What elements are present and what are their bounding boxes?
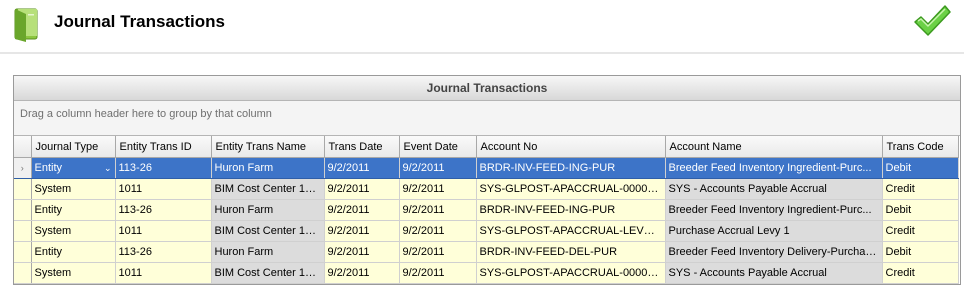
page-header: Journal Transactions: [0, 0, 964, 52]
page-title: Journal Transactions: [54, 12, 225, 31]
row-indicator-header: [14, 136, 32, 158]
cell-event-date[interactable]: 9/2/2011: [399, 199, 477, 221]
column-header-account-name[interactable]: Account Name: [665, 136, 883, 158]
chevron-down-icon[interactable]: ⌄: [104, 163, 112, 174]
column-header-trans-code[interactable]: Trans Code: [882, 136, 959, 158]
cell-account-name[interactable]: Breeder Feed Inventory Delivery-Purchase…: [665, 241, 883, 263]
cell-trans-code[interactable]: Debit: [882, 241, 959, 263]
journal-transactions-grid[interactable]: Journal Transactions Drag a column heade…: [13, 75, 961, 285]
cell-trans-code[interactable]: Credit: [882, 220, 959, 242]
cell-journal-type-dropdown[interactable]: Entity ⌄: [31, 157, 116, 179]
cell-event-date[interactable]: 9/2/2011: [399, 220, 477, 242]
header-divider: [0, 52, 964, 54]
column-header-entity-trans-id[interactable]: Entity Trans ID: [115, 136, 212, 158]
cell-account-name[interactable]: SYS - Accounts Payable Accrual: [665, 262, 883, 284]
table-row[interactable]: System 1011 BIM Cost Center 1011 9/2/201…: [14, 178, 959, 200]
column-header-journal-type[interactable]: Journal Type: [31, 136, 116, 158]
cell-trans-date[interactable]: 9/2/2011: [324, 241, 400, 263]
cell-journal-type[interactable]: System: [31, 178, 116, 200]
cell-trans-date[interactable]: 9/2/2011: [324, 220, 400, 242]
cell-trans-code[interactable]: Debit: [882, 157, 959, 179]
cell-account-name[interactable]: Breeder Feed Inventory Ingredient-Purc..…: [665, 157, 883, 179]
cell-trans-code[interactable]: Credit: [882, 178, 959, 200]
row-indicator-cell: [14, 262, 32, 284]
cell-entity-trans-name[interactable]: Huron Farm: [211, 199, 325, 221]
cell-event-date[interactable]: 9/2/2011: [399, 178, 477, 200]
cell-entity-trans-name[interactable]: BIM Cost Center 1011: [211, 220, 325, 242]
row-indicator-cell: [14, 220, 32, 242]
cell-entity-trans-id[interactable]: 113-26: [115, 157, 212, 179]
cell-journal-type[interactable]: Entity: [31, 199, 116, 221]
cell-entity-trans-id[interactable]: 1011: [115, 262, 212, 284]
cell-journal-type[interactable]: System: [31, 262, 116, 284]
cell-account-name[interactable]: Purchase Accrual Levy 1: [665, 220, 883, 242]
cell-entity-trans-id[interactable]: 1011: [115, 178, 212, 200]
table-row-selected[interactable]: › Entity ⌄ 113-26 Huron Farm 9/2/2011 9/2…: [14, 157, 959, 179]
cell-trans-code[interactable]: Credit: [882, 262, 959, 284]
row-indicator-icon: ›: [14, 157, 32, 179]
cell-trans-date[interactable]: 9/2/2011: [324, 178, 400, 200]
group-by-panel[interactable]: Drag a column header here to group by th…: [14, 101, 960, 136]
cell-entity-trans-id[interactable]: 113-26: [115, 199, 212, 221]
cell-trans-date[interactable]: 9/2/2011: [324, 262, 400, 284]
journal-book-icon: [14, 8, 38, 42]
cell-account-no[interactable]: BRDR-INV-FEED-ING-PUR: [476, 199, 666, 221]
cell-journal-type[interactable]: System: [31, 220, 116, 242]
cell-account-no[interactable]: SYS-GLPOST-APACCRUAL-00000-PUR: [476, 262, 666, 284]
cell-entity-trans-id[interactable]: 113-26: [115, 241, 212, 263]
transactions-table: Journal Type Entity Trans ID Entity Tran…: [14, 136, 959, 284]
cell-journal-type: Entity: [34, 162, 63, 174]
cell-entity-trans-name[interactable]: BIM Cost Center 1011: [211, 262, 325, 284]
cell-event-date[interactable]: 9/2/2011: [399, 157, 477, 179]
cell-trans-code[interactable]: Debit: [882, 199, 959, 221]
grid-caption: Journal Transactions: [14, 76, 960, 101]
cell-account-no[interactable]: BRDR-INV-FEED-DEL-PUR: [476, 241, 666, 263]
cell-entity-trans-name[interactable]: BIM Cost Center 1011: [211, 178, 325, 200]
cell-account-name[interactable]: SYS - Accounts Payable Accrual: [665, 178, 883, 200]
cell-entity-trans-name[interactable]: Huron Farm: [211, 241, 325, 263]
cell-event-date[interactable]: 9/2/2011: [399, 241, 477, 263]
cell-account-no[interactable]: SYS-GLPOST-APACCRUAL-LEVY1-PUR: [476, 220, 666, 242]
cell-account-name[interactable]: Breeder Feed Inventory Ingredient-Purc..…: [665, 199, 883, 221]
cell-entity-trans-name[interactable]: Huron Farm: [211, 157, 325, 179]
table-row[interactable]: Entity 113-26 Huron Farm 9/2/2011 9/2/20…: [14, 241, 959, 263]
column-header-account-no[interactable]: Account No: [476, 136, 666, 158]
cell-entity-trans-id[interactable]: 1011: [115, 220, 212, 242]
column-header-row: Journal Type Entity Trans ID Entity Tran…: [14, 136, 959, 158]
row-indicator-cell: [14, 199, 32, 221]
cell-trans-date[interactable]: 9/2/2011: [324, 199, 400, 221]
row-indicator-cell: [14, 178, 32, 200]
checkmark-icon[interactable]: [912, 4, 952, 38]
column-header-entity-trans-name[interactable]: Entity Trans Name: [211, 136, 325, 158]
table-row[interactable]: System 1011 BIM Cost Center 1011 9/2/201…: [14, 262, 959, 284]
cell-trans-date[interactable]: 9/2/2011: [324, 157, 400, 179]
column-header-event-date[interactable]: Event Date: [399, 136, 477, 158]
row-indicator-cell: [14, 241, 32, 263]
cell-event-date[interactable]: 9/2/2011: [399, 262, 477, 284]
column-header-trans-date[interactable]: Trans Date: [324, 136, 400, 158]
table-row[interactable]: Entity 113-26 Huron Farm 9/2/2011 9/2/20…: [14, 199, 959, 221]
cell-journal-type[interactable]: Entity: [31, 241, 116, 263]
cell-account-no[interactable]: BRDR-INV-FEED-ING-PUR: [476, 157, 666, 179]
table-row[interactable]: System 1011 BIM Cost Center 1011 9/2/201…: [14, 220, 959, 242]
cell-account-no[interactable]: SYS-GLPOST-APACCRUAL-00000-PUR: [476, 178, 666, 200]
